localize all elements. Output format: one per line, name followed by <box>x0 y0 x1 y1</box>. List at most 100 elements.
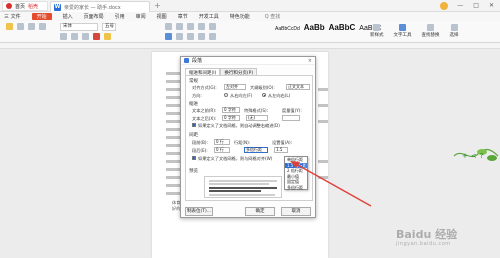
menu-review[interactable]: 审阅 <box>136 13 146 20</box>
writer-doc-icon: W <box>54 3 61 11</box>
dialog-title: 段落 <box>192 58 203 64</box>
bold-icon[interactable] <box>60 33 67 40</box>
before-space-input[interactable]: 0 行 <box>214 139 230 145</box>
ltr-radio[interactable] <box>262 93 266 97</box>
home-tab[interactable]: 首页 稻壳 <box>2 1 48 11</box>
tabs-button[interactable]: 制表位(T)... <box>185 207 213 216</box>
minimize-icon[interactable]: — <box>457 2 463 9</box>
sort-icon[interactable] <box>209 23 216 30</box>
maximize-icon[interactable]: □ <box>473 2 479 9</box>
new-tab-button[interactable]: + <box>154 2 161 10</box>
ltr-label: 从左向右(L) <box>268 93 291 98</box>
menu-page-layout[interactable]: 页面布局 <box>84 13 104 20</box>
text-line <box>318 176 328 179</box>
wps-logo-icon <box>6 3 12 9</box>
paragraph-group <box>165 23 216 30</box>
cut-icon[interactable] <box>17 23 24 30</box>
document-tab-label: 亲爱的家长 — 助手.docx <box>64 4 121 11</box>
menu-search[interactable]: Q 查找 <box>265 13 281 20</box>
set-value-input[interactable]: 1.5 <box>274 147 288 153</box>
ok-button[interactable]: 确定 <box>245 207 275 216</box>
font-color-icon[interactable] <box>93 33 100 40</box>
before-text-label: 文本之前(R): <box>192 108 217 113</box>
preview-line <box>209 190 261 192</box>
menu-references[interactable]: 引用 <box>115 13 125 20</box>
decrease-indent-icon[interactable] <box>187 23 194 30</box>
font-name-select[interactable]: 宋体 <box>60 23 98 31</box>
alignment-label: 对齐方式(G): <box>192 85 217 90</box>
menu-file[interactable]: 三 文件 <box>4 13 21 20</box>
italic-icon[interactable] <box>71 33 78 40</box>
line-spacing-dropdown: 单倍行距 1.5 倍行距 2 倍行距 最小值 固定值 多倍行距 <box>284 156 308 190</box>
text-line <box>318 88 328 91</box>
after-space-label: 段后(E): <box>192 148 208 153</box>
right-tools: 新样式 文字工具 查找替换 选择 <box>370 24 459 38</box>
menu-developer[interactable]: 开发工具 <box>199 13 219 20</box>
side-toolbar: + < ? <box>462 152 483 160</box>
rtl-radio[interactable] <box>224 93 228 97</box>
bullets-icon[interactable] <box>165 23 172 30</box>
baidu-watermark: Baidu 经验 jingyan.baidu.com <box>396 226 457 247</box>
cancel-button[interactable]: 取消 <box>281 207 311 216</box>
paste-icon[interactable] <box>6 23 13 30</box>
menu-view[interactable]: 视图 <box>157 13 167 20</box>
watermark-sub: jingyan.baidu.com <box>396 241 451 247</box>
before-text-input[interactable]: 0 字符 <box>222 107 240 113</box>
justify-icon[interactable] <box>198 33 205 40</box>
increase-indent-icon[interactable] <box>198 23 205 30</box>
after-text-input[interactable]: 0 字符 <box>222 115 240 121</box>
alignment-select[interactable]: 左对齐 <box>224 84 246 90</box>
avatar[interactable] <box>440 2 448 10</box>
measure-label: 度量值(Y): <box>282 108 302 113</box>
find-replace-button[interactable]: 查找替换 <box>422 24 440 38</box>
menu-home[interactable]: 开始 <box>31 13 52 20</box>
grid-align-checkbox[interactable] <box>192 156 196 160</box>
measure-input[interactable] <box>282 115 300 121</box>
close-icon[interactable]: ✕ <box>489 2 494 9</box>
special-format-label: 特殊格式(S): <box>244 108 269 113</box>
styles-gallery: AaBbCcDd AaBb AaBbC AaBbC <box>275 23 381 32</box>
copy-icon[interactable] <box>28 23 35 30</box>
numbering-icon[interactable] <box>176 23 183 30</box>
select-icon <box>450 24 458 31</box>
home-tab-label: 首页 <box>15 3 26 10</box>
after-space-input[interactable]: 0 行 <box>214 147 230 153</box>
side-add-icon[interactable]: + <box>462 152 468 160</box>
document-tab[interactable]: W 亲爱的家长 — 助手.docx <box>50 1 150 12</box>
menu-insert[interactable]: 插入 <box>63 13 73 20</box>
font-size-select[interactable]: 五号 <box>102 23 116 31</box>
side-help-icon[interactable]: ? <box>480 152 484 160</box>
find-replace-icon <box>427 24 434 31</box>
dialog-close-icon[interactable]: × <box>308 58 312 64</box>
line-spacing-select[interactable]: 多倍行距 <box>244 147 268 153</box>
ribbon-toolbar: 宋体 五号 AaBbCcDd AaBb AaBbC AaBbC 新样式 文字工具… <box>0 21 500 43</box>
style-heading-2[interactable]: AaBbC <box>329 23 356 32</box>
auto-indent-label: 如果定义了文档网格，则自动调整右缩进(D) <box>198 123 280 128</box>
text-tools-icon <box>399 24 406 31</box>
dropdown-item-multiple[interactable]: 多倍行距 <box>285 185 307 191</box>
align-left-icon[interactable] <box>165 33 172 40</box>
outline-level-select[interactable]: 正文文本 <box>286 84 310 90</box>
menu-section[interactable]: 章节 <box>178 13 188 20</box>
highlight-icon[interactable] <box>104 33 111 40</box>
menu-bar: 三 文件 开始 插入 页面布局 引用 审阅 视图 章节 开发工具 特色功能 Q … <box>0 12 500 21</box>
set-value-label: 设置值(A): <box>272 140 293 145</box>
menu-features[interactable]: 特色功能 <box>230 13 250 20</box>
text-tools-button[interactable]: 文字工具 <box>394 24 412 38</box>
align-right-icon[interactable] <box>187 33 194 40</box>
new-style-icon <box>373 24 381 31</box>
new-style-button[interactable]: 新样式 <box>370 24 384 38</box>
section-spacing: 间距 <box>189 133 198 138</box>
underline-icon[interactable] <box>82 33 89 40</box>
align-center-icon[interactable] <box>176 33 183 40</box>
style-normal[interactable]: AaBbCcDd <box>275 26 300 32</box>
outline-level-label: 大纲级别(O): <box>250 85 275 90</box>
side-collapse-icon[interactable]: < <box>471 152 477 160</box>
style-heading-1[interactable]: AaBb <box>304 23 325 32</box>
special-format-select[interactable]: (无) <box>246 115 268 121</box>
dialog-title-bar: 段落 <box>181 57 315 65</box>
auto-indent-checkbox[interactable] <box>192 123 196 127</box>
line-spacing-icon[interactable] <box>209 33 216 40</box>
format-painter-icon[interactable] <box>39 23 46 30</box>
select-button[interactable]: 选择 <box>450 24 459 38</box>
